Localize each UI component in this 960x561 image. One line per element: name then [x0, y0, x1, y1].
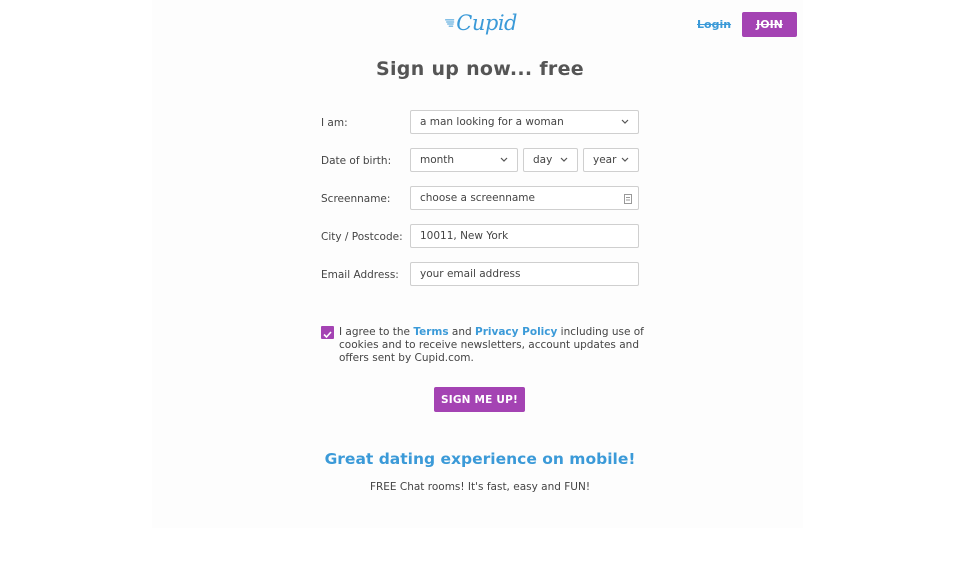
cupid-wing-icon [445, 19, 455, 27]
page-title: Sign up now... free [376, 58, 584, 80]
cupid-logo[interactable]: Cupid [445, 8, 517, 38]
screenname-label: Screenname: [321, 193, 391, 205]
iam-label: I am: [321, 117, 348, 129]
dob-day-value: day [533, 154, 553, 166]
city-input[interactable]: 10011, New York [410, 224, 639, 248]
dob-month-value: month [420, 154, 455, 166]
checkmark-icon [323, 331, 332, 339]
privacy-policy-link[interactable]: Privacy Policy [475, 326, 557, 338]
id-card-icon [624, 194, 632, 204]
logo-text: Cupid [456, 11, 517, 35]
chevron-down-icon [560, 157, 568, 162]
chevron-down-icon [621, 119, 629, 124]
join-button[interactable]: JOIN [742, 12, 797, 37]
consent-text: I agree to the Terms and Privacy Policy … [339, 326, 644, 365]
city-value: 10011, New York [420, 230, 509, 242]
screenname-input[interactable]: choose a screenname [410, 186, 639, 210]
login-link[interactable]: Login [697, 18, 731, 31]
sign-me-up-button[interactable]: SIGN ME UP! [434, 387, 525, 412]
email-label: Email Address: [321, 269, 399, 281]
dob-label: Date of birth: [321, 155, 392, 167]
terms-link[interactable]: Terms [413, 326, 448, 338]
dob-year-value: year [593, 154, 617, 166]
dob-year-select[interactable]: year [583, 148, 639, 172]
iam-select[interactable]: a man looking for a woman [410, 110, 639, 134]
iam-select-value: a man looking for a woman [420, 116, 564, 128]
chevron-down-icon [500, 157, 508, 162]
mobile-promo-subtitle: FREE Chat rooms! It's fast, easy and FUN… [369, 481, 591, 493]
consent-checkbox[interactable] [321, 326, 334, 339]
consent-and: and [448, 326, 476, 338]
city-label: City / Postcode: [321, 231, 403, 243]
chevron-down-icon [621, 157, 629, 162]
mobile-promo-title[interactable]: Great dating experience on mobile! [0, 450, 960, 468]
email-input[interactable]: your email address [410, 262, 639, 286]
signup-page: Cupid Login JOIN Sign up now... free I a… [0, 0, 960, 561]
email-placeholder: your email address [420, 268, 521, 280]
dob-day-select[interactable]: day [523, 148, 578, 172]
consent-prefix: I agree to the [339, 326, 414, 338]
screenname-placeholder: choose a screenname [420, 192, 535, 204]
dob-month-select[interactable]: month [410, 148, 518, 172]
